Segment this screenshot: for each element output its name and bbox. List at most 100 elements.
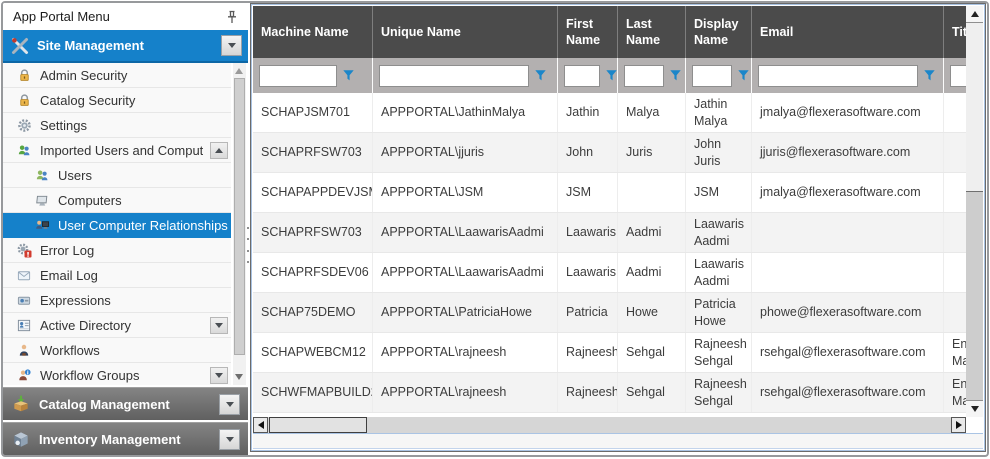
horizontal-scroll-thumb[interactable] — [269, 417, 367, 433]
column-header-first-name[interactable]: First Name — [558, 6, 618, 58]
sidebar-section-inventory-management[interactable]: Inventory Management — [3, 422, 248, 455]
horizontal-scrollbar[interactable] — [253, 417, 966, 433]
filter-input-last-name[interactable] — [624, 65, 664, 87]
filter-funnel-icon[interactable] — [342, 69, 355, 82]
cell-unique[interactable]: APPPORTAL\LaawarisAadmi — [373, 253, 558, 292]
cell-last[interactable]: Aadmi — [618, 253, 686, 292]
cell-email[interactable]: phowe@flexerasoftware.com — [752, 293, 944, 332]
cell-first[interactable]: Jathin — [558, 93, 618, 132]
cell-machine[interactable]: SCHAPRFSW703 — [253, 133, 373, 172]
filter-input-title[interactable] — [950, 65, 966, 87]
scroll-down-button[interactable] — [966, 400, 983, 417]
cell-first[interactable]: John — [558, 133, 618, 172]
column-header-email[interactable]: Email — [752, 6, 944, 58]
cell-title[interactable] — [944, 173, 966, 212]
cell-display[interactable]: JSM — [686, 173, 752, 212]
sidebar-item-user-computer-relationships[interactable]: User Computer Relationships — [3, 213, 231, 238]
cell-last[interactable]: Malya — [618, 93, 686, 132]
table-row[interactable]: SCHAPAPPDEVJSMAPPPORTAL\JSMJSMJSMjmalya@… — [253, 173, 966, 213]
column-header-last-name[interactable]: Last Name — [618, 6, 686, 58]
cell-title[interactable] — [944, 93, 966, 132]
column-header-machine-name[interactable]: Machine Name — [253, 6, 373, 58]
cell-title[interactable]: Engineering Manager — [944, 333, 966, 372]
scroll-left-button[interactable] — [253, 417, 268, 433]
cell-display[interactable]: Jathin Malya — [686, 93, 752, 132]
sidebar-scroll-down-icon[interactable] — [235, 374, 243, 380]
cell-email[interactable]: rsehgal@flexerasoftware.com — [752, 373, 944, 412]
sidebar-item-users[interactable]: Users — [3, 163, 231, 188]
sidebar-item-active-directory[interactable]: Active Directory — [3, 313, 231, 338]
cell-display[interactable]: John Juris — [686, 133, 752, 172]
cell-title[interactable] — [944, 133, 966, 172]
cell-display[interactable]: Rajneesh Sehgal — [686, 373, 752, 412]
sidebar-section-catalog-management[interactable]: Catalog Management — [3, 387, 248, 420]
sidebar-item-workflow-groups[interactable]: Workflow Groups — [3, 363, 231, 385]
cell-title[interactable] — [944, 213, 966, 252]
table-row[interactable]: SCHAP75DEMOAPPPORTAL\PatriciaHowePatrici… — [253, 293, 966, 333]
cell-unique[interactable]: APPPORTAL\PatriciaHowe — [373, 293, 558, 332]
filter-funnel-icon[interactable] — [669, 69, 682, 82]
cell-last[interactable]: Juris — [618, 133, 686, 172]
scroll-up-button[interactable] — [966, 6, 983, 23]
cell-machine[interactable]: SCHAPRFSDEV06 — [253, 253, 373, 292]
cell-unique[interactable]: APPPORTAL\LaawarisAadmi — [373, 213, 558, 252]
cell-title[interactable] — [944, 253, 966, 292]
scroll-right-button[interactable] — [951, 417, 966, 433]
cell-first[interactable]: JSM — [558, 173, 618, 212]
sidebar-item-error-log[interactable]: Error Log — [3, 238, 231, 263]
filter-input-unique-name[interactable] — [379, 65, 529, 87]
filter-input-machine-name[interactable] — [259, 65, 337, 87]
cell-email[interactable]: jjuris@flexerasoftware.com — [752, 133, 944, 172]
table-row[interactable]: SCHAPJSM701APPPORTAL\JathinMalyaJathinMa… — [253, 93, 966, 133]
sidebar-item-expressions[interactable]: Expressions — [3, 288, 231, 313]
sidebar-item-workflows[interactable]: Workflows — [3, 338, 231, 363]
cell-title[interactable]: Engineering Manager — [944, 373, 966, 412]
cell-last[interactable]: Sehgal — [618, 373, 686, 412]
filter-funnel-icon[interactable] — [737, 69, 750, 82]
cell-unique[interactable]: APPPORTAL\rajneesh — [373, 333, 558, 372]
sidebar-item-imported-users-and-computers[interactable]: Imported Users and Computers — [3, 138, 231, 163]
cell-first[interactable]: Laawaris — [558, 213, 618, 252]
table-row[interactable]: SCHAPRFSW703APPPORTAL\LaawarisAadmiLaawa… — [253, 213, 966, 253]
cell-first[interactable]: Patricia — [558, 293, 618, 332]
cell-machine[interactable]: SCHAPWEBCM12 — [253, 333, 373, 372]
filter-input-first-name[interactable] — [564, 65, 600, 87]
sidebar-item-admin-security[interactable]: Admin Security — [3, 63, 231, 88]
expand-arrow-button[interactable] — [210, 367, 228, 384]
filter-funnel-icon[interactable] — [534, 69, 547, 82]
expand-arrow-button[interactable] — [210, 317, 228, 334]
cell-email[interactable]: rsehgal@flexerasoftware.com — [752, 333, 944, 372]
inventory-management-dropdown-button[interactable] — [219, 429, 240, 450]
sidebar-item-computers[interactable]: Computers — [3, 188, 231, 213]
cell-unique[interactable]: APPPORTAL\rajneesh — [373, 373, 558, 412]
table-row[interactable]: SCHWFMAPBUILD2APPPORTAL\rajneeshRajneesh… — [253, 373, 966, 413]
sidebar-scrollbar[interactable] — [233, 63, 246, 385]
cell-first[interactable]: Rajneesh — [558, 373, 618, 412]
column-header-unique-name[interactable]: Unique Name — [373, 6, 558, 58]
filter-input-display-name[interactable] — [692, 65, 732, 87]
cell-email[interactable]: jmalya@flexerasoftware.com — [752, 93, 944, 132]
sidebar-section-site-management[interactable]: Site Management — [3, 30, 248, 63]
cell-email[interactable]: jmalya@flexerasoftware.com — [752, 173, 944, 212]
sidebar-item-email-log[interactable]: Email Log — [3, 263, 231, 288]
collapse-arrow-button[interactable] — [210, 142, 228, 159]
cell-last[interactable]: Sehgal — [618, 333, 686, 372]
vertical-scroll-thumb[interactable] — [966, 23, 983, 192]
column-header-display-name[interactable]: Display Name — [686, 6, 752, 58]
cell-last[interactable]: Howe — [618, 293, 686, 332]
site-management-dropdown-button[interactable] — [221, 35, 242, 56]
table-row[interactable]: SCHAPRFSDEV06APPPORTAL\LaawarisAadmiLaaw… — [253, 253, 966, 293]
cell-display[interactable]: Patricia Howe — [686, 293, 752, 332]
cell-machine[interactable]: SCHAPAPPDEVJSM — [253, 173, 373, 212]
cell-last[interactable]: Aadmi — [618, 213, 686, 252]
sidebar-scroll-thumb[interactable] — [234, 78, 245, 355]
cell-machine[interactable]: SCHAPRFSW703 — [253, 213, 373, 252]
cell-display[interactable]: Laawaris Aadmi — [686, 213, 752, 252]
cell-email[interactable] — [752, 253, 944, 292]
cell-machine[interactable]: SCHWFMAPBUILD2 — [253, 373, 373, 412]
cell-machine[interactable]: SCHAPJSM701 — [253, 93, 373, 132]
cell-first[interactable]: Rajneesh — [558, 333, 618, 372]
cell-unique[interactable]: APPPORTAL\JathinMalya — [373, 93, 558, 132]
filter-input-email[interactable] — [758, 65, 918, 87]
cell-title[interactable] — [944, 293, 966, 332]
